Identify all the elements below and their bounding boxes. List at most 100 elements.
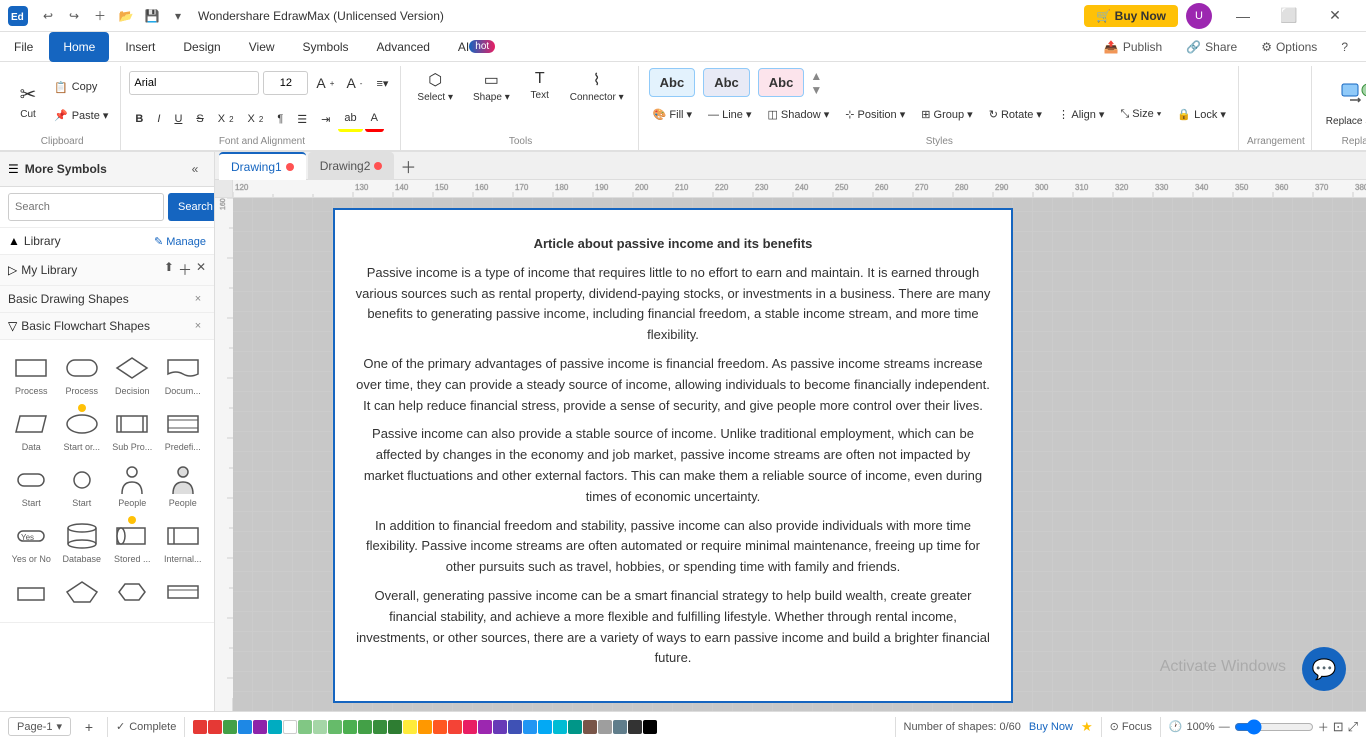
menu-design[interactable]: Design xyxy=(169,32,234,62)
select-button[interactable]: ⬡ Select ▾ xyxy=(409,66,461,108)
bottom-buy-now[interactable]: Buy Now xyxy=(1029,721,1073,733)
open-btn[interactable]: 📂 xyxy=(114,4,138,28)
line-button[interactable]: — Line ▾ xyxy=(702,101,757,127)
color-swatch-ltgreen2[interactable] xyxy=(313,720,327,734)
shape-bottom1[interactable] xyxy=(8,572,55,614)
cut-button[interactable]: ✂ Cut xyxy=(10,71,46,131)
position-button[interactable]: ⊹ Position ▾ xyxy=(839,101,911,127)
my-library-import-btn[interactable]: ⬆ xyxy=(164,260,174,280)
color-swatch-green3[interactable] xyxy=(343,720,357,734)
shape-subprocess[interactable]: Sub Pro... xyxy=(109,404,156,456)
color-swatch-blue[interactable] xyxy=(238,720,252,734)
tab-drawing1[interactable]: Drawing1 xyxy=(219,152,306,180)
abc-style-3[interactable]: Abc xyxy=(758,68,805,97)
bold-button[interactable]: B xyxy=(129,106,149,132)
search-button[interactable]: Search xyxy=(168,193,215,221)
shape-people2[interactable]: People xyxy=(160,460,207,512)
panel-collapse-button[interactable]: « xyxy=(184,158,206,180)
fit-page-btn[interactable]: ⊡ xyxy=(1333,719,1344,735)
color-swatch-orange[interactable] xyxy=(418,720,432,734)
color-swatch-teal2[interactable] xyxy=(568,720,582,734)
my-library-add-btn[interactable]: ＋ xyxy=(178,260,192,280)
color-swatch-bluegrey[interactable] xyxy=(613,720,627,734)
publish-button[interactable]: 📤 Publish xyxy=(1094,35,1172,59)
user-avatar[interactable]: U xyxy=(1186,3,1212,29)
undo-btn[interactable]: ↩ xyxy=(36,4,60,28)
shape-process[interactable]: Process xyxy=(8,348,55,400)
redo-btn[interactable]: ↪ xyxy=(62,4,86,28)
color-swatch-indigo[interactable] xyxy=(508,720,522,734)
increase-font-btn[interactable]: A+ xyxy=(312,70,338,96)
basic-drawing-close-btn[interactable]: × xyxy=(190,291,206,307)
my-library-row[interactable]: ▷ My Library ⬆ ＋ ✕ xyxy=(0,255,214,286)
shadow-button[interactable]: ◫ Shadow ▾ xyxy=(761,101,835,127)
options-button[interactable]: ⚙ Options xyxy=(1251,35,1327,59)
menu-view[interactable]: View xyxy=(235,32,289,62)
color-swatch-ltgreen1[interactable] xyxy=(298,720,312,734)
close-button[interactable]: ✕ xyxy=(1312,0,1358,32)
zoom-out-btn[interactable]: — xyxy=(1219,721,1230,733)
menu-file[interactable]: File xyxy=(0,32,47,62)
page-indicator[interactable]: Page-1 ▾ xyxy=(8,717,71,736)
shape-button[interactable]: ▭ Shape ▾ xyxy=(465,66,518,108)
group-button[interactable]: ⊞ Group ▾ xyxy=(915,101,978,127)
menu-advanced[interactable]: Advanced xyxy=(363,32,444,62)
color-swatch-white[interactable] xyxy=(283,720,297,734)
share-button[interactable]: 🔗 Share xyxy=(1176,35,1247,59)
replace-shape-button[interactable]: Replace Shape xyxy=(1320,70,1366,133)
font-family-input[interactable] xyxy=(129,71,259,95)
subscript-button[interactable]: X2 xyxy=(242,106,270,132)
color-swatch-green2[interactable] xyxy=(328,720,342,734)
minimize-button[interactable]: — xyxy=(1220,0,1266,32)
color-swatch-purple[interactable] xyxy=(253,720,267,734)
focus-button[interactable]: ⊙ Focus xyxy=(1110,720,1152,733)
color-swatch-yellow[interactable] xyxy=(403,720,417,734)
connector-button[interactable]: ⌇ Connector ▾ xyxy=(562,66,632,108)
color-swatch-red2[interactable] xyxy=(208,720,222,734)
lock-button[interactable]: 🔒 Lock ▾ xyxy=(1171,101,1232,127)
shape-database[interactable]: Database xyxy=(59,516,106,568)
color-swatch-purple2[interactable] xyxy=(478,720,492,734)
shape-predefprocess[interactable]: Predefi... xyxy=(160,404,207,456)
help-button[interactable]: ? xyxy=(1331,35,1358,59)
canvas-area[interactable]: 160 xyxy=(215,198,1366,711)
new-btn[interactable]: ＋ xyxy=(88,4,112,28)
shape-process2[interactable]: Process xyxy=(59,348,106,400)
complete-button[interactable]: ✓ Complete xyxy=(116,720,176,733)
save-btn[interactable]: 💾 xyxy=(140,4,164,28)
text-button[interactable]: T Text xyxy=(522,66,558,106)
color-swatch-ltblue[interactable] xyxy=(538,720,552,734)
copy-button[interactable]: 📋Copy xyxy=(48,74,114,100)
shape-internal[interactable]: Internal... xyxy=(160,516,207,568)
more-btn[interactable]: ▾ xyxy=(166,4,190,28)
decrease-font-btn[interactable]: A- xyxy=(342,70,366,96)
chat-bubble-button[interactable]: 💬 xyxy=(1302,647,1346,691)
shape-data[interactable]: Data xyxy=(8,404,55,456)
abc-style-2[interactable]: Abc xyxy=(703,68,750,97)
shape-decision[interactable]: Decision xyxy=(109,348,156,400)
color-swatch-red1[interactable] xyxy=(193,720,207,734)
shape-start-roundrect[interactable]: Start xyxy=(8,460,55,512)
zoom-slider[interactable] xyxy=(1234,719,1314,735)
fill-button[interactable]: 🎨 Fill ▾ xyxy=(647,101,698,127)
menu-symbols[interactable]: Symbols xyxy=(289,32,363,62)
color-swatch-deeporange[interactable] xyxy=(433,720,447,734)
styles-expand-btn[interactable]: ▲▼ xyxy=(810,69,822,97)
color-swatch-deeppurple[interactable] xyxy=(493,720,507,734)
highlight-btn[interactable]: ab xyxy=(338,106,362,132)
shape-bottom3[interactable] xyxy=(109,572,156,614)
library-row[interactable]: ▲ Library ✎ Manage xyxy=(0,228,214,255)
tab-add-button[interactable]: ＋ xyxy=(396,154,420,178)
menu-home[interactable]: Home xyxy=(49,32,109,62)
shape-bottom4[interactable] xyxy=(160,572,207,614)
add-page-button[interactable]: + xyxy=(79,717,99,737)
superscript-button[interactable]: X2 xyxy=(212,106,240,132)
font-color-btn[interactable]: A xyxy=(365,106,384,132)
color-swatch-blue2[interactable] xyxy=(523,720,537,734)
maximize-button[interactable]: ⬜ xyxy=(1266,0,1312,32)
align-shapes-button[interactable]: ⋮ Align ▾ xyxy=(1052,101,1111,127)
canvas-page[interactable]: Article about passive income and its ben… xyxy=(333,208,1013,703)
font-size-input[interactable] xyxy=(263,71,308,95)
color-swatch-dkgreen2[interactable] xyxy=(388,720,402,734)
color-swatch-dark[interactable] xyxy=(628,720,642,734)
